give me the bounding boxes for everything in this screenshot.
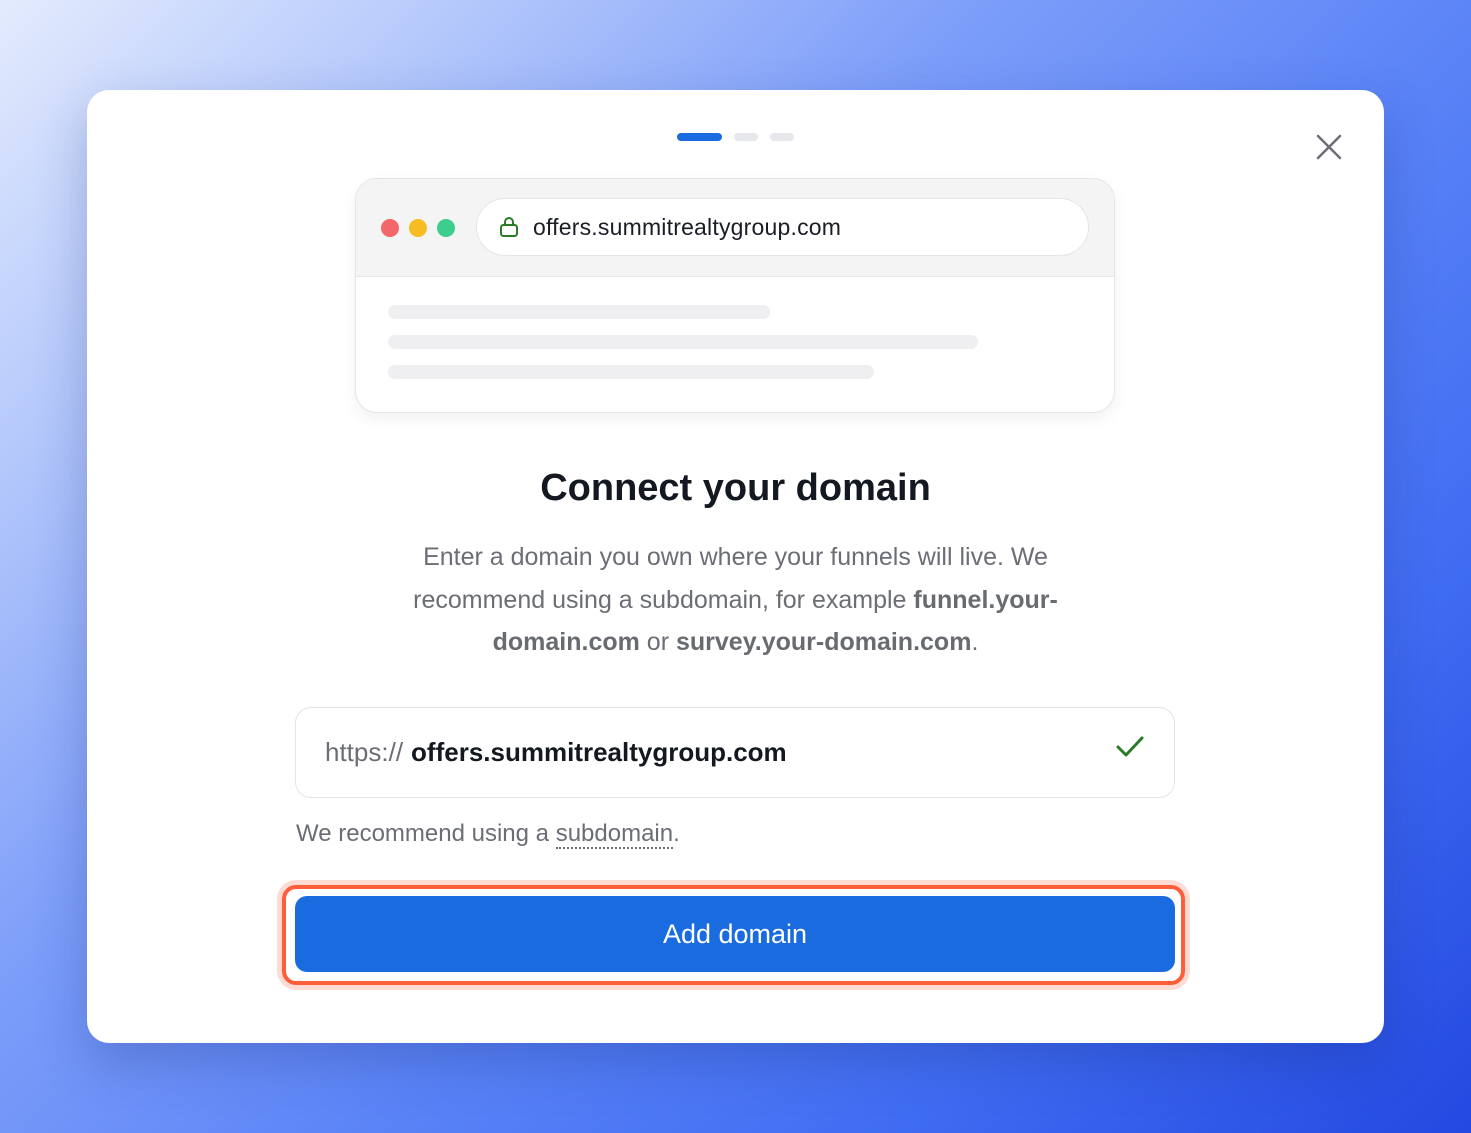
step-1-indicator — [677, 133, 722, 141]
browser-toolbar: offers.summitrealtygroup.com — [356, 179, 1114, 277]
skeleton-line — [388, 305, 770, 319]
example-domain-2: survey.your-domain.com — [675, 628, 972, 656]
skeleton-line — [388, 335, 978, 349]
domain-input-value[interactable]: offers.summitrealtygroup.com — [411, 737, 787, 768]
protocol-prefix: https:// — [325, 737, 404, 767]
skeleton-line — [388, 365, 874, 379]
step-2-indicator — [734, 133, 758, 141]
subdomain-link[interactable]: subdomain — [555, 820, 674, 849]
preview-url-text: offers.summitrealtygroup.com — [533, 213, 842, 240]
lock-icon — [499, 216, 519, 238]
preview-url-bar: offers.summitrealtygroup.com — [476, 198, 1089, 256]
window-maximize-dot — [437, 219, 455, 237]
step-3-indicator — [770, 133, 794, 141]
close-icon — [1316, 134, 1342, 160]
browser-preview: offers.summitrealtygroup.com — [355, 178, 1115, 413]
window-close-dot — [381, 219, 399, 237]
add-domain-button[interactable]: Add domain — [295, 896, 1175, 972]
hint-text: We recommend using a — [296, 820, 556, 847]
connect-domain-modal: offers.summitrealtygroup.com Connect you… — [87, 90, 1384, 1043]
hint-end: . — [673, 820, 680, 847]
modal-description: Enter a domain you own where your funnel… — [357, 536, 1114, 664]
domain-input[interactable]: https:// offers.summitrealtygroup.com — [295, 707, 1175, 798]
check-icon — [1116, 736, 1144, 757]
domain-hint: We recommend using a subdomain. — [296, 820, 680, 849]
modal-title: Connect your domain — [540, 467, 931, 509]
window-minimize-dot — [409, 219, 427, 237]
description-end: . — [971, 628, 979, 656]
description-connector: or — [639, 628, 676, 656]
close-button[interactable] — [1311, 129, 1347, 165]
step-indicator — [677, 133, 794, 141]
